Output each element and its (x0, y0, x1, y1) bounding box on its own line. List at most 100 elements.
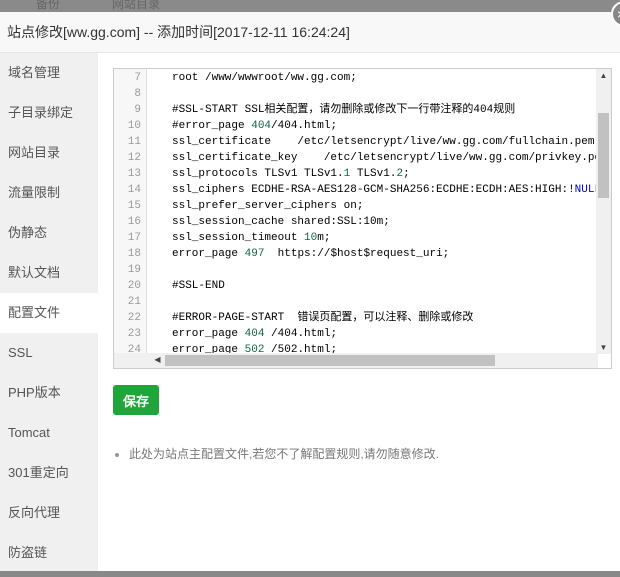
line-number: 16 (127, 216, 141, 228)
code-text: #SSL-START SSL相关配置，请勿删除或修改下一行带注释的404规则 (172, 102, 515, 118)
sidebar-item[interactable]: 流量限制 (0, 173, 98, 213)
code-text: #SSL-END (172, 278, 225, 294)
line-number: 22 (127, 312, 141, 324)
vertical-scroll-thumb[interactable] (598, 113, 609, 198)
code-token: ssl_prefer_server_ciphers on; (172, 200, 364, 212)
code-text: error_page 404 /404.html; (172, 326, 337, 342)
background-tab: 网站目录 (112, 0, 161, 11)
horizontal-scrollbar[interactable]: ◀ (114, 353, 598, 368)
code-token: ssl_ciphers ECDHE-RSA-AES128-GCM-SHA256:… (172, 184, 575, 196)
sidebar-item[interactable]: 子目录绑定 (0, 93, 98, 133)
code-token: 404 (251, 120, 272, 132)
line-number: 20 (127, 280, 141, 292)
code-text: #ERROR-PAGE-START 错误页配置，可以注释、删除或修改 (172, 310, 473, 326)
code-token: #error_page (172, 120, 252, 132)
background-tabs: 备份 网站目录 (0, 0, 620, 12)
code-token: ssl_protocols TLSv1 TLSv1. (172, 168, 344, 180)
line-number: 21 (127, 296, 141, 308)
code-token: https://$host$request_uri; (264, 248, 450, 260)
code-line[interactable]: 9 #SSL-START SSL相关配置，请勿删除或修改下一行带注释的404规则 (114, 102, 515, 118)
line-number: 13 (127, 168, 141, 180)
line-number: 23 (127, 328, 141, 340)
code-token: 497 (244, 248, 265, 260)
line-number: 19 (127, 264, 141, 276)
sidebar-item[interactable]: 默认文档 (0, 253, 98, 293)
code-token: /404.html; (264, 328, 338, 340)
line-number: 7 (134, 72, 141, 84)
code-text: ssl_certificate /etc/letsencrypt/live/ww… (172, 134, 601, 150)
code-token: ssl_certificate_key /etc/letsencrypt/liv… (172, 152, 612, 164)
code-token: /404.html; (271, 120, 338, 132)
code-text: #error_page 404/404.html; (172, 118, 337, 134)
code-text: ssl_ciphers ECDHE-RSA-AES128-GCM-SHA256:… (172, 182, 611, 198)
line-number: 10 (127, 120, 141, 132)
code-line[interactable]: 17 ssl_session_timeout 10m; (114, 230, 331, 246)
line-number: 12 (127, 152, 141, 164)
code-line[interactable]: 18 error_page 497 https://$host$request_u… (114, 246, 449, 262)
save-button[interactable]: 保存 (113, 385, 159, 415)
code-text: ssl_protocols TLSv1 TLSv1.1 TLSv1.2; (172, 166, 410, 182)
code-token: ssl_certificate /etc/letsencrypt/live/ww… (172, 136, 602, 148)
code-text: ssl_session_timeout 10m; (172, 230, 330, 246)
scroll-up-icon[interactable]: ▲ (596, 71, 611, 80)
line-number: 11 (127, 136, 141, 148)
code-text: ssl_prefer_server_ciphers on; (172, 198, 363, 214)
code-text: ssl_certificate_key /etc/letsencrypt/liv… (172, 150, 612, 166)
tip: 此处为站点主配置文件,若您不了解配置规则,请勿随意修改. (115, 445, 439, 462)
code-line[interactable]: 12 ssl_certificate_key /etc/letsencrypt/l… (114, 150, 611, 166)
vertical-scrollbar[interactable]: ▲ ▼ (596, 69, 611, 354)
code-token: m; (317, 232, 331, 244)
sidebar-item[interactable]: 域名管理 (0, 53, 98, 93)
code-line[interactable]: 20 #SSL-END (114, 278, 225, 294)
code-token: #SSL-END (172, 280, 225, 292)
code-line[interactable]: 16 ssl_session_cache shared:SSL:10m; (114, 214, 390, 230)
line-number: 8 (134, 88, 141, 100)
line-number: 15 (127, 200, 141, 212)
code-token: ssl_session_timeout (172, 232, 305, 244)
dialog-title: 站点修改[ww.gg.com] -- 添加时间[2017-12-11 16:24… (0, 12, 620, 53)
config-editor[interactable]: 7 root /www/wwwroot/ww.gg.com; 8 9 #SSL-STAR… (113, 68, 612, 369)
code-token: #SSL-START SSL相关配置，请勿删除或修改下一行带注释的404规则 (172, 104, 516, 116)
code-line[interactable]: 8 (114, 86, 141, 102)
bullet-icon (115, 452, 119, 457)
code-text: ssl_session_cache shared:SSL:10m; (172, 214, 390, 230)
scroll-left-icon[interactable]: ◀ (150, 355, 165, 364)
code-token: #ERROR-PAGE-START 错误页配置，可以注释、删除或修改 (172, 312, 474, 324)
scroll-down-icon[interactable]: ▼ (596, 343, 611, 352)
code-line[interactable]: 10 #error_page 404/404.html; (114, 118, 337, 134)
code-line[interactable]: 11 ssl_certificate /etc/letsencrypt/live/… (114, 134, 601, 150)
code-token: TLSv1. (350, 168, 397, 180)
sidebar-item[interactable]: SSL (0, 333, 98, 373)
sidebar-item[interactable]: 301重定向 (0, 453, 98, 493)
code-line[interactable]: 23 error_page 404 /404.html; (114, 326, 337, 342)
sidebar-item[interactable]: PHP版本 (0, 373, 98, 413)
sidebar-item[interactable]: 防盗链 (0, 533, 98, 573)
code-text: error_page 497 https://$host$request_uri… (172, 246, 449, 262)
code-line[interactable]: 22 #ERROR-PAGE-START 错误页配置，可以注释、删除或修改 (114, 310, 474, 326)
line-number: 17 (127, 232, 141, 244)
sidebar-item[interactable]: Tomcat (0, 413, 98, 453)
code-token: root /www/wwwroot/ww.gg.com; (172, 72, 357, 84)
background-tab: 备份 (36, 0, 61, 11)
code-line[interactable]: 13 ssl_protocols TLSv1 TLSv1.1 TLSv1.2; (114, 166, 410, 182)
line-number: 9 (134, 104, 141, 116)
code-text: root /www/wwwroot/ww.gg.com; (172, 70, 357, 86)
code-token: ssl_session_cache shared:SSL:10m; (172, 216, 390, 228)
code-token: error_page (172, 248, 245, 260)
code-line[interactable]: 15 ssl_prefer_server_ciphers on; (114, 198, 364, 214)
code-token: ; (403, 168, 410, 180)
horizontal-scroll-thumb[interactable] (165, 355, 495, 366)
sidebar-item[interactable]: 伪静态 (0, 213, 98, 253)
line-number: 14 (127, 184, 141, 196)
code-lines[interactable]: 7 root /www/wwwroot/ww.gg.com; 8 9 #SSL-STAR… (114, 70, 611, 358)
sidebar-item[interactable]: 配置文件 (0, 293, 98, 333)
code-line[interactable]: 7 root /www/wwwroot/ww.gg.com; (114, 70, 356, 86)
code-token: 10 (304, 232, 318, 244)
code-line[interactable]: 19 (114, 262, 141, 278)
code-token: error_page (172, 328, 245, 340)
code-token: 404 (244, 328, 265, 340)
code-line[interactable]: 21 (114, 294, 141, 310)
sidebar-item[interactable]: 反向代理 (0, 493, 98, 533)
sidebar-item[interactable]: 网站目录 (0, 133, 98, 173)
code-line[interactable]: 14 ssl_ciphers ECDHE-RSA-AES128-GCM-SHA25… (114, 182, 611, 198)
